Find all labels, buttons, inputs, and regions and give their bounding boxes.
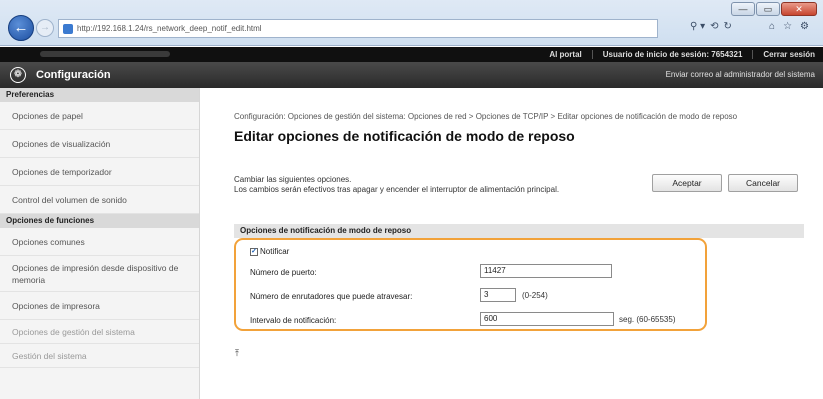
app-title: Configuración [36, 69, 111, 81]
settings-gear-icon[interactable]: ⚙ [800, 21, 809, 32]
intro-line-1: Cambiar las siguientes opciones. [234, 175, 352, 184]
divider [591, 50, 593, 59]
notify-label: Notificar [260, 247, 290, 256]
login-user: Usuario de inicio de sesión: 7654321 [603, 50, 743, 59]
sidebar-item-volume[interactable]: Control del volumen de sonido [0, 186, 199, 214]
port-input[interactable]: 11427 [480, 264, 612, 278]
intro-line-2: Los cambios serán efectivos tras apagar … [234, 185, 560, 194]
sidebar-head-functions: Opciones de funciones [0, 214, 199, 228]
sidebar-item-printer[interactable]: Opciones de impresora [0, 292, 199, 320]
sidebar-head-management[interactable]: Opciones de gestión del sistema [0, 320, 199, 344]
sidebar-head-preferences: Preferencias [0, 88, 199, 102]
minimize-button[interactable]: — [731, 2, 755, 16]
scroll-top-icon[interactable]: ⤒ [235, 348, 239, 359]
search-dropdown-icon[interactable]: ⚲ ▾ [690, 21, 705, 32]
notify-checkbox[interactable]: ✓ [250, 247, 258, 256]
forward-arrow-icon[interactable]: → [36, 19, 54, 37]
url-text: http://192.168.1.24/rs_network_deep_noti… [77, 24, 262, 33]
sidebar-item-timer[interactable]: Opciones de temporizador [0, 158, 199, 186]
maximize-button[interactable]: ▭ [756, 2, 780, 16]
breadcrumb: Configuración: Opciones de gestión del s… [234, 112, 738, 121]
favorites-star-icon[interactable]: ☆ [783, 21, 792, 32]
section-header: Opciones de notificación de modo de repo… [234, 224, 804, 238]
logout-link[interactable]: Cerrar sesión [763, 50, 815, 59]
close-window-button[interactable]: ✕ [781, 2, 817, 16]
sidebar-item-paper[interactable]: Opciones de papel [0, 102, 199, 130]
device-name-blur [40, 51, 170, 57]
main-content: Configuración: Opciones de gestión del s… [234, 112, 814, 358]
compat-icon[interactable]: ⟲ [710, 21, 718, 32]
routers-range: (0-254) [522, 291, 548, 300]
sidebar-item-memory-print[interactable]: Opciones de impresión desde dispositivo … [0, 256, 199, 292]
divider [752, 50, 754, 59]
cancel-button[interactable]: Cancelar [728, 174, 798, 192]
settings-logo-icon: ❁ [10, 67, 26, 83]
interval-unit: seg. (60-65535) [619, 315, 676, 324]
mail-admin-link[interactable]: Enviar correo al administrador del siste… [666, 70, 815, 79]
user-id: 7654321 [711, 50, 743, 59]
routers-label: Número de enrutadores que puede atravesa… [250, 292, 413, 301]
interval-label: Intervalo de notificación: [250, 316, 337, 325]
sidebar-item-display[interactable]: Opciones de visualización [0, 130, 199, 158]
routers-input[interactable]: 3 [480, 288, 516, 302]
page-title: Editar opciones de notificación de modo … [234, 128, 575, 144]
home-icon[interactable]: ⌂ [769, 21, 775, 32]
page-icon [63, 23, 73, 34]
app-header: ❁ Configuración Enviar correo al adminis… [0, 62, 823, 88]
portal-link[interactable]: Al portal [549, 50, 581, 59]
interval-row: Intervalo de notificación: [250, 316, 336, 325]
refresh-icon[interactable]: ↻ [724, 21, 732, 32]
port-row: Número de puerto: [250, 268, 317, 277]
notify-row: ✓ Notificar [250, 247, 289, 256]
interval-input[interactable]: 600 [480, 312, 614, 326]
intro-text: Cambiar las siguientes opciones. Los cam… [234, 175, 654, 195]
user-label: Usuario de inicio de sesión: [602, 50, 710, 59]
back-arrow-icon[interactable]: ← [8, 15, 34, 41]
accept-button[interactable]: Aceptar [652, 174, 722, 192]
address-bar[interactable]: http://192.168.1.24/rs_network_deep_noti… [58, 19, 658, 38]
browser-chrome: — ▭ ✕ ← → http://192.168.1.24/rs_network… [0, 0, 823, 46]
sidebar: Preferencias Opciones de papel Opciones … [0, 88, 200, 399]
sidebar-item-system-mgmt[interactable]: Gestión del sistema [0, 344, 199, 368]
routers-row: Número de enrutadores que puede atravesa… [250, 292, 412, 301]
address-tools: ⚲ ▾ ⟲ ↻ [690, 21, 732, 32]
sidebar-item-common[interactable]: Opciones comunes [0, 228, 199, 256]
browser-tools: ⌂ ☆ ⚙ [769, 21, 809, 32]
top-bar: Al portal Usuario de inicio de sesión: 7… [0, 47, 823, 62]
port-label: Número de puerto: [250, 268, 317, 277]
window-controls: — ▭ ✕ [731, 2, 817, 16]
